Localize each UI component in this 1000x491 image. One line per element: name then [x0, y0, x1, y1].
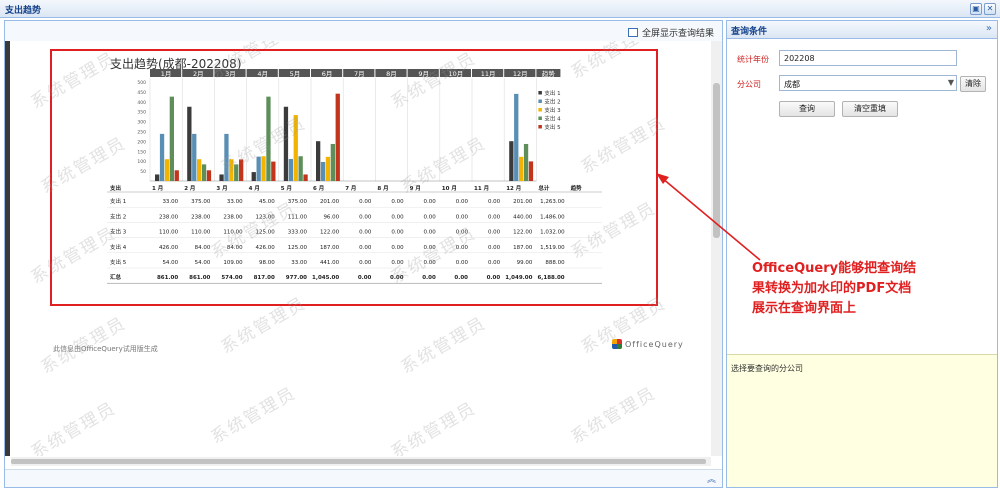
callout-line-2: 果转换为加水印的PDF文档	[752, 281, 912, 296]
callout-line-1: OfficeQuery能够把查询结	[752, 261, 917, 276]
annotation-arrow	[656, 173, 761, 261]
annotation-callout: OfficeQuery能够把查询结 果转换为加水印的PDF文档 展示在查询界面上	[752, 259, 952, 319]
callout-line-3: 展示在查询界面上	[752, 301, 857, 316]
annotation-arrow-line	[661, 177, 761, 261]
